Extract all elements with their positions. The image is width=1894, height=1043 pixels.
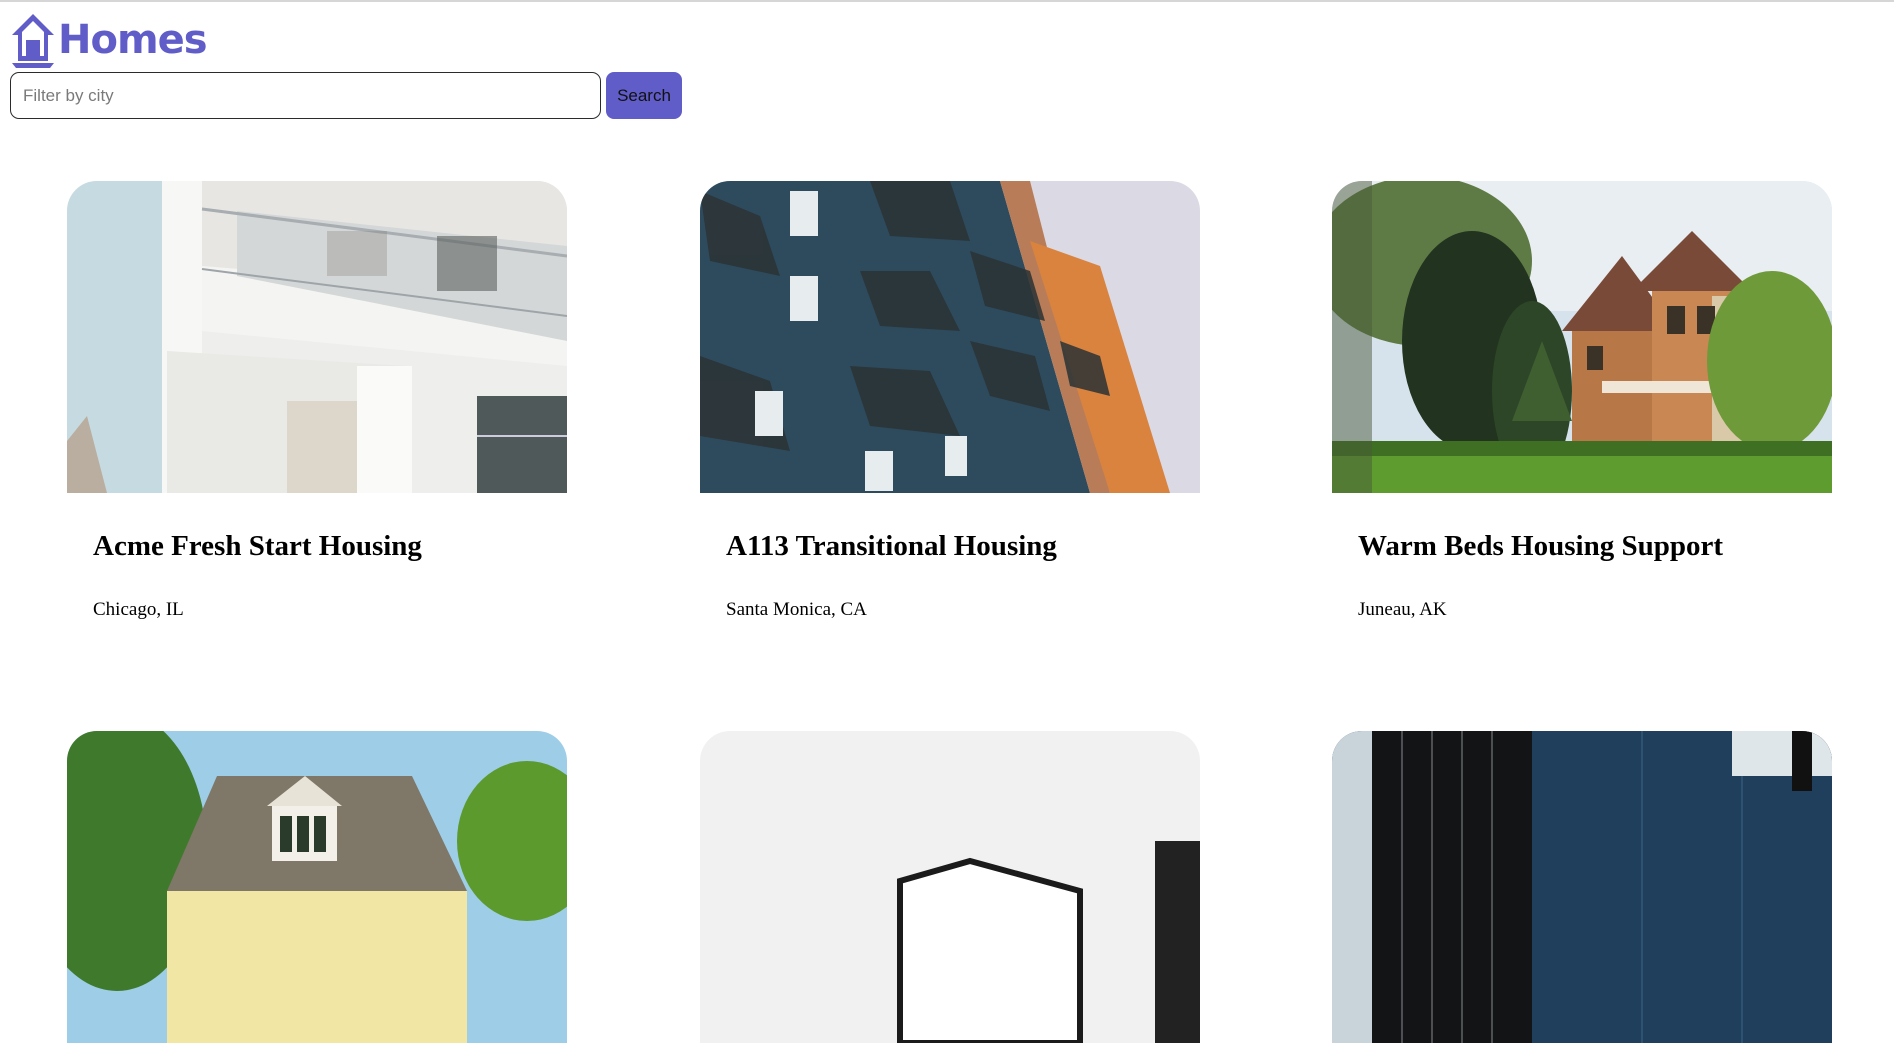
- listing-location: Santa Monica, CA: [726, 599, 867, 620]
- listing-title: Warm Beds Housing Support: [1358, 530, 1724, 562]
- listing-card[interactable]: Warm Beds Housing Support Juneau, AK: [1332, 181, 1832, 620]
- city-filter-input[interactable]: [10, 72, 601, 119]
- listing-card[interactable]: [67, 731, 567, 1043]
- app-header: Homes: [10, 12, 208, 68]
- listing-title: A113 Transitional Housing: [726, 530, 1057, 562]
- listing-card[interactable]: A113 Transitional Housing Santa Monica, …: [700, 181, 1200, 620]
- white-modern-house-photo: [700, 731, 1200, 1043]
- listing-location: Juneau, AK: [1358, 599, 1447, 620]
- victorian-house-photo: [1332, 181, 1832, 493]
- white-apartment-balcony-photo: [67, 181, 567, 493]
- search-button[interactable]: Search: [606, 72, 682, 119]
- dark-modern-building-photo: [1332, 731, 1832, 1043]
- browser-top-border: [0, 0, 1894, 2]
- listing-title: Acme Fresh Start Housing: [93, 530, 422, 562]
- yellow-house-photo: [67, 731, 567, 1043]
- search-bar: Search: [10, 72, 682, 119]
- brand-name[interactable]: Homes: [58, 12, 208, 68]
- listing-card[interactable]: [700, 731, 1200, 1043]
- listing-card[interactable]: [1332, 731, 1832, 1043]
- listing-card[interactable]: Acme Fresh Start Housing Chicago, IL: [67, 181, 567, 620]
- listing-location: Chicago, IL: [93, 599, 184, 620]
- house-icon: [12, 14, 54, 68]
- blue-orange-apartment-photo: [700, 181, 1200, 493]
